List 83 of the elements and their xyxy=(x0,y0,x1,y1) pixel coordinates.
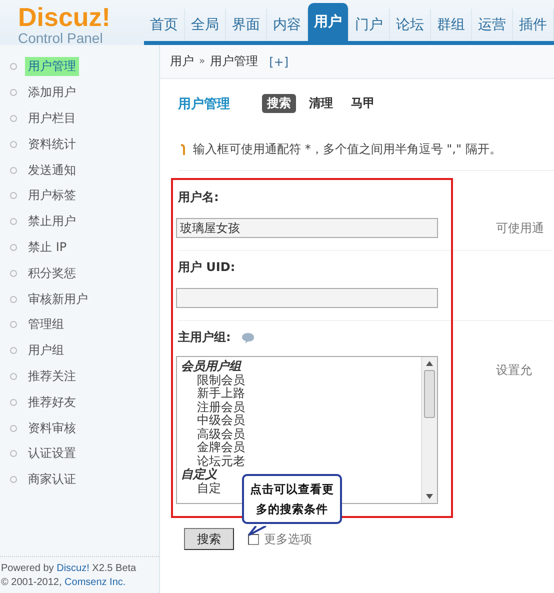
bullet-icon xyxy=(10,89,17,96)
callout-tooltip: 点击可以查看更多的搜索条件 xyxy=(242,474,342,524)
bullet-icon xyxy=(10,166,17,174)
option-group-label: 会员用户组 xyxy=(181,360,241,374)
footer-text: © 2001-2012, Comsenz Inc. xyxy=(1,577,127,588)
bullet-icon xyxy=(10,140,17,148)
sidebar-item[interactable]: 用户组 xyxy=(25,341,67,360)
more-options-checkbox[interactable] xyxy=(248,534,259,544)
nav-tab[interactable]: 论坛 xyxy=(390,9,431,41)
scroll-down-icon[interactable] xyxy=(426,494,433,499)
bullet-icon xyxy=(10,270,17,277)
add-shortcut-link[interactable]: [+] xyxy=(269,54,289,68)
bullet-icon xyxy=(10,296,17,303)
sidebar-item[interactable]: 用户栏目 xyxy=(25,108,79,128)
sidebar-item[interactable]: 审核新用户 xyxy=(25,290,91,309)
sidebar-item[interactable]: 添加用户 xyxy=(25,83,79,102)
list-option[interactable]: 中级会员 xyxy=(181,414,245,428)
username-field[interactable]: 玻璃屋女孩 xyxy=(176,218,438,238)
nav-tab[interactable]: 运营 xyxy=(472,9,513,41)
footer-link[interactable]: Discuz! xyxy=(56,563,90,574)
logo-wordmark: Discuz! xyxy=(18,4,112,30)
list-option[interactable]: 金牌会员 xyxy=(181,441,245,454)
bullet-icon xyxy=(10,450,17,458)
sidebar-item[interactable]: 用户管理 xyxy=(25,57,79,76)
scroll-up-icon[interactable] xyxy=(426,361,433,366)
bullet-icon xyxy=(10,321,17,328)
bullet-icon xyxy=(10,218,17,226)
bullet-icon xyxy=(10,372,17,380)
field-hint: 设置允 xyxy=(496,362,532,379)
bullet-icon xyxy=(10,476,17,484)
sidebar-item[interactable]: 商家认证 xyxy=(25,470,79,490)
tip-text: 输入框可使用通配符 *，多个值之间用半角逗号 "," 隔开。 xyxy=(193,141,502,158)
uid-field[interactable] xyxy=(176,288,438,308)
search-button[interactable]: 搜索 xyxy=(184,528,234,550)
sidebar-item[interactable]: 管理组 xyxy=(25,315,67,334)
sidebar-item[interactable]: 用户标签 xyxy=(25,186,79,206)
sidebar-item[interactable]: 积分奖惩 xyxy=(25,264,79,283)
sidebar-item[interactable]: 认证设置 xyxy=(25,444,79,464)
field-hint: 可使用通 xyxy=(496,220,544,236)
sub-tab[interactable]: 清理 xyxy=(304,94,338,113)
sidebar-item[interactable]: 禁止 IP xyxy=(25,238,70,257)
nav-tab[interactable]: 门户 xyxy=(349,9,390,41)
nav-tab[interactable]: 插件 xyxy=(513,9,554,41)
nav-tab[interactable]: 界面 xyxy=(226,9,267,41)
list-option[interactable]: 新手上路 xyxy=(181,387,245,400)
sidebar-item[interactable]: 禁止用户 xyxy=(25,212,79,232)
logo-subtitle: Control Panel xyxy=(18,30,104,46)
breadcrumb-separator: » xyxy=(199,56,206,67)
sub-tab[interactable]: 马甲 xyxy=(346,94,380,113)
field-label: 主用户组: xyxy=(178,329,231,346)
option-group-label: 自定义 xyxy=(181,468,217,482)
nav-tab[interactable]: 首页 xyxy=(144,9,185,41)
footer-link[interactable]: Comsenz Inc. xyxy=(64,577,126,588)
bullet-icon xyxy=(10,63,17,70)
bullet-icon xyxy=(10,244,17,251)
bullet-icon xyxy=(10,398,17,406)
bullet-icon xyxy=(10,424,17,432)
sidebar-item[interactable]: 推荐好友 xyxy=(25,392,79,412)
footer-text: Powered by Discuz! X2.5 Beta xyxy=(1,563,138,574)
list-option[interactable]: 论坛元老 xyxy=(181,454,245,468)
tip-icon xyxy=(180,144,186,156)
sidebar-item[interactable]: 资料统计 xyxy=(25,134,79,154)
list-option[interactable]: 限制会员 xyxy=(181,374,245,387)
sub-tab[interactable]: 搜索 xyxy=(262,94,296,113)
sidebar-item[interactable]: 发送通知 xyxy=(25,160,79,180)
nav-tab[interactable]: 全局 xyxy=(185,9,226,41)
nav-tab[interactable]: 群组 xyxy=(431,9,472,41)
nav-tab[interactable]: 用户 xyxy=(308,3,349,41)
field-label: 用户 UID: xyxy=(178,259,236,276)
field-label: 用户名: xyxy=(178,189,220,206)
checkbox-label: 更多选项 xyxy=(264,530,312,548)
bullet-icon xyxy=(10,192,17,200)
breadcrumb-item[interactable]: 用户 xyxy=(170,53,194,70)
sidebar-item[interactable]: 推荐关注 xyxy=(25,366,79,386)
breadcrumb-item[interactable]: 用户管理 xyxy=(210,53,258,70)
list-option[interactable]: 注册会员 xyxy=(181,400,245,414)
scrollbar-thumb[interactable] xyxy=(424,370,435,418)
page-title: 用户管理 xyxy=(178,96,230,112)
sidebar-item[interactable]: 资料审核 xyxy=(25,418,79,438)
list-option[interactable]: 高级会员 xyxy=(181,428,245,441)
list-option[interactable]: 自定 xyxy=(181,482,221,495)
bullet-icon xyxy=(10,114,17,122)
bullet-icon xyxy=(10,347,17,354)
